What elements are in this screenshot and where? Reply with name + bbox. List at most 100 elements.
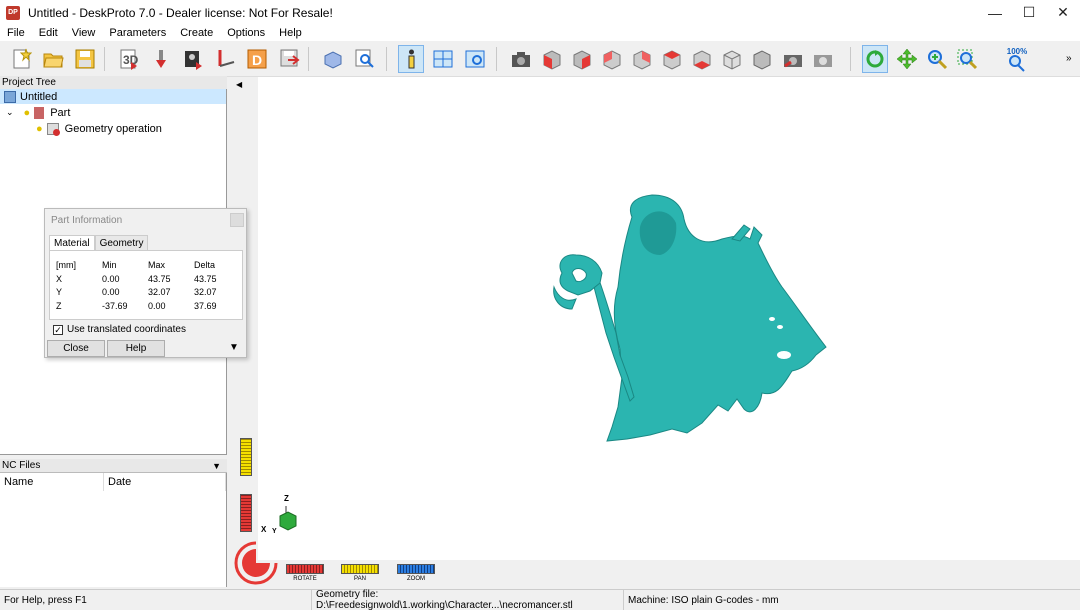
view-split-button[interactable] xyxy=(430,45,456,73)
view-split-icon xyxy=(433,50,453,68)
nc-files-header: NC Files ▼ xyxy=(0,459,227,473)
cube-front-button[interactable] xyxy=(538,45,564,73)
tool-button[interactable] xyxy=(148,45,174,73)
properties-icon xyxy=(465,50,485,68)
zoom-label: ZOOM xyxy=(407,576,425,582)
properties-button[interactable] xyxy=(462,45,488,73)
search-button[interactable] xyxy=(352,45,378,73)
close-button[interactable]: ✕ xyxy=(1046,0,1080,25)
menu-options[interactable]: Options xyxy=(220,27,272,39)
zoom-slider[interactable] xyxy=(397,564,435,574)
tab-material[interactable]: Material xyxy=(49,235,95,250)
chevron-down-icon[interactable]: ▼ xyxy=(212,461,221,471)
dxf-button[interactable]: D xyxy=(244,45,270,73)
table-header: Max xyxy=(148,260,166,270)
table-cell: 0.00 xyxy=(102,287,120,297)
project-tree-header: Project Tree xyxy=(0,76,227,90)
tree-item-part[interactable]: ⌄ ● Part xyxy=(0,105,70,120)
export-button[interactable] xyxy=(276,45,302,73)
cube-iso-alt-button[interactable] xyxy=(748,45,774,73)
checkbox-label: Use translated coordinates xyxy=(67,324,186,335)
column-header-name[interactable]: Name xyxy=(0,473,104,491)
rotate-dial-icon[interactable] xyxy=(234,541,278,585)
cube-left-button[interactable] xyxy=(598,45,624,73)
menu-create[interactable]: Create xyxy=(173,27,220,39)
window-title: Untitled - DeskProto 7.0 - Dealer licens… xyxy=(28,5,333,20)
zoom-fit-button[interactable]: 100% xyxy=(1004,45,1030,73)
camera-store-icon xyxy=(784,55,802,68)
menu-parameters[interactable]: Parameters xyxy=(102,27,173,39)
zoom-window-button[interactable] xyxy=(954,45,980,73)
info-button[interactable] xyxy=(398,45,424,73)
pan-button[interactable] xyxy=(894,45,920,73)
menu-help[interactable]: Help xyxy=(272,27,309,39)
import-button[interactable]: 3D xyxy=(116,45,142,73)
status-help: For Help, press F1 xyxy=(0,589,312,610)
maximize-icon: ☐ xyxy=(1022,4,1036,20)
cape-hole xyxy=(777,351,791,359)
column-header-date[interactable]: Date xyxy=(104,473,226,491)
close-icon: ✕ xyxy=(1057,4,1069,20)
chevron-down-icon[interactable]: ⌄ xyxy=(6,107,14,118)
part-button[interactable] xyxy=(320,45,346,73)
cube-top-button[interactable] xyxy=(658,45,684,73)
pan-icon xyxy=(896,48,918,70)
tab-geometry[interactable]: Geometry xyxy=(94,235,149,250)
table-header: Min xyxy=(102,260,117,270)
camera-restore-button[interactable] xyxy=(810,45,836,73)
zoom-button[interactable] xyxy=(924,45,950,73)
visibility-bulb-icon[interactable]: ● xyxy=(36,123,43,135)
collapse-left-icon[interactable]: ◀ xyxy=(236,80,242,89)
menu-file[interactable]: File xyxy=(0,27,32,39)
new-icon xyxy=(13,48,32,69)
cube-right-button[interactable] xyxy=(628,45,654,73)
vector-button[interactable] xyxy=(212,45,238,73)
cube-top-icon xyxy=(663,50,681,70)
minimize-button[interactable]: — xyxy=(978,0,1012,25)
status-geometry-file: Geometry file: D:\Freedesignwold\1.worki… xyxy=(312,589,624,610)
camera-button[interactable] xyxy=(508,45,534,73)
menu-view[interactable]: View xyxy=(65,27,103,39)
visibility-bulb-icon[interactable]: ● xyxy=(24,107,31,119)
nc-files-list: Name Date xyxy=(0,473,227,587)
table-cell: 43.75 xyxy=(148,274,171,284)
cube-bottom-icon xyxy=(693,50,711,70)
necromancer-model xyxy=(553,194,827,442)
table-cell: 43.75 xyxy=(194,274,217,284)
pan-gauge[interactable] xyxy=(240,438,252,476)
dialog-close-button[interactable] xyxy=(230,213,244,227)
info-icon xyxy=(408,49,415,69)
rotate-slider[interactable] xyxy=(286,564,324,574)
help-button[interactable]: Help xyxy=(107,340,165,357)
rotate-button[interactable] xyxy=(862,45,888,73)
camera-store-button[interactable] xyxy=(780,45,806,73)
status-machine: Machine: ISO plain G-codes - mm xyxy=(628,594,779,606)
tree-item-geometry-operation[interactable]: ● Geometry operation xyxy=(0,121,162,136)
new-button[interactable] xyxy=(8,45,34,73)
cube-back-button[interactable] xyxy=(568,45,594,73)
dialog-title: Part Information xyxy=(51,215,123,226)
tree-item-untitled[interactable]: Untitled xyxy=(0,89,226,104)
axis-triad-icon xyxy=(279,506,297,531)
close-button[interactable]: Close xyxy=(47,340,105,357)
expand-dialog-icon[interactable]: ▼ xyxy=(229,342,239,353)
zoom-window-icon xyxy=(957,49,978,70)
translated-coordinates-checkbox[interactable]: ✓ Use translated coordinates xyxy=(53,324,186,335)
toolbar-overflow-icon[interactable]: » xyxy=(1066,53,1072,64)
tool-icon xyxy=(156,50,166,68)
cube-bottom-button[interactable] xyxy=(688,45,714,73)
bitmap-button[interactable] xyxy=(180,45,206,73)
maximize-button[interactable]: ☐ xyxy=(1012,0,1046,25)
rotate-gauge[interactable] xyxy=(240,494,252,532)
checkmark-icon: ✓ xyxy=(53,324,63,335)
menu-edit[interactable]: Edit xyxy=(32,27,65,39)
open-button[interactable] xyxy=(40,45,66,73)
table-cell: X xyxy=(56,274,63,284)
cube-front-icon xyxy=(543,50,561,70)
save-button[interactable] xyxy=(72,45,98,73)
cube-iso-button[interactable] xyxy=(718,45,744,73)
pan-slider[interactable] xyxy=(341,564,379,574)
open-icon xyxy=(43,53,64,68)
viewport-3d[interactable] xyxy=(232,77,1080,589)
pan-label: PAN xyxy=(354,576,366,582)
